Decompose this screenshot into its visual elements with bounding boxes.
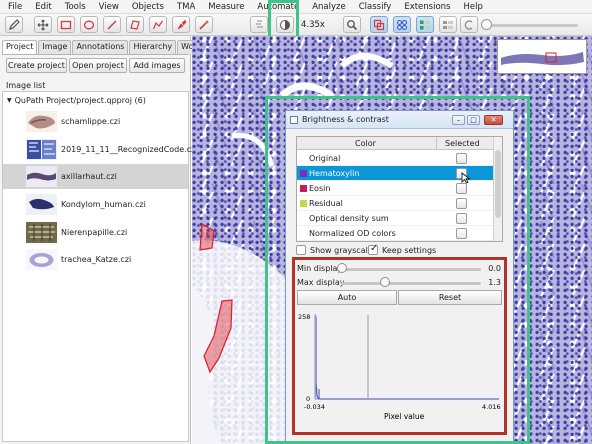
tab-project[interactable]: Project <box>2 40 38 54</box>
menu-tools[interactable]: Tools <box>65 2 86 12</box>
panel-tabs: Project Image Annotations Hierarchy Work… <box>2 40 218 54</box>
pan-tool-button[interactable] <box>34 16 52 33</box>
magnifier-icon <box>347 19 358 30</box>
fill-icon <box>443 20 453 29</box>
image-item-kondylom[interactable]: Kondylom_human.czi <box>3 192 188 217</box>
menu-tma[interactable]: TMA <box>177 2 195 12</box>
polyline-icon <box>152 20 163 29</box>
menu-help[interactable]: Help <box>464 2 483 12</box>
tab-divider <box>2 54 189 55</box>
menu-analyze[interactable]: Analyze <box>312 2 346 12</box>
polyline-tool-button[interactable] <box>149 16 167 33</box>
menu-view[interactable]: View <box>99 2 119 12</box>
wand-icon <box>199 19 209 30</box>
brush-icon <box>177 19 187 29</box>
image-list[interactable]: ▼ QuPath Project/project.qpproj (6) scha… <box>2 91 198 442</box>
image-item-nierenpapille[interactable]: Nierenpapille.czi <box>3 220 188 245</box>
create-project-button[interactable]: Create project <box>6 58 67 73</box>
rectangle-tool-button[interactable] <box>57 16 75 33</box>
image-item-trachea[interactable]: trachea_Katze.czi <box>3 247 188 272</box>
detections-icon <box>420 20 430 29</box>
image-item-schamlippe[interactable]: schamlippe.czi <box>3 109 188 134</box>
add-images-button[interactable]: Add images <box>129 58 185 73</box>
project-panel: Project Image Annotations Hierarchy Work… <box>0 36 218 444</box>
selection-icon <box>256 20 263 27</box>
show-pixel-classification-button[interactable] <box>460 16 478 33</box>
image-name: Kondylom_human.czi <box>61 200 146 209</box>
menu-objects[interactable]: Objects <box>132 2 164 12</box>
thumbnail-nierenpapille <box>26 222 57 243</box>
image-name: Nierenpapille.czi <box>61 228 128 237</box>
project-tree-root[interactable]: ▼ QuPath Project/project.qpproj (6) <box>7 96 146 105</box>
image-item-recognizedcode[interactable]: 2019_11_11__RecognizedCode.czi <box>3 137 198 162</box>
image-list-label: Image list <box>6 81 46 90</box>
opacity-slider-track[interactable] <box>483 24 578 27</box>
polygon-icon <box>130 19 140 30</box>
c-letter-icon <box>464 19 473 30</box>
rectangle-icon <box>60 20 72 29</box>
line-tool-button[interactable] <box>103 16 121 33</box>
image-name: trachea_Katze.czi <box>61 255 132 264</box>
ellipse-icon <box>83 20 95 29</box>
menu-file[interactable]: File <box>8 2 22 12</box>
tab-annotations[interactable]: Annotations <box>72 40 129 54</box>
menu-classify[interactable]: Classify <box>359 2 392 12</box>
annotations-icon <box>373 19 385 30</box>
wand-tool-button[interactable] <box>195 16 213 33</box>
thumbnail-schamlippe <box>26 111 57 132</box>
thumbnail-trachea <box>26 249 57 270</box>
open-project-button[interactable]: Open project <box>69 58 127 73</box>
display-range-highlight <box>292 257 507 435</box>
image-name: schamlippe.czi <box>61 117 121 126</box>
tab-image[interactable]: Image <box>38 40 72 54</box>
overview-image <box>501 52 584 66</box>
pencil-icon <box>9 18 20 30</box>
menu-extensions[interactable]: Extensions <box>404 2 450 12</box>
points-tool-button[interactable] <box>250 16 268 33</box>
thumbnail-recognizedcode <box>26 139 57 160</box>
image-name: axillarhaut.czi <box>61 172 117 181</box>
zoom-to-fit-button[interactable] <box>343 16 361 33</box>
menu-edit[interactable]: Edit <box>35 2 51 12</box>
show-tma-grid-button[interactable] <box>393 16 411 33</box>
thumbnail-axillarhaut <box>26 166 57 187</box>
move-tool-button[interactable] <box>5 16 23 33</box>
show-detections-button[interactable] <box>416 16 434 33</box>
image-name: 2019_11_11__RecognizedCode.czi <box>61 145 198 154</box>
image-item-axillarhaut[interactable]: axillarhaut.czi <box>3 164 188 189</box>
zoom-level: 4.35x <box>301 20 325 30</box>
brush-tool-button[interactable] <box>172 16 190 33</box>
thumbnail-kondylom <box>26 194 57 215</box>
tma-grid-icon <box>397 19 407 30</box>
expand-triangle-icon: ▼ <box>7 97 12 104</box>
menu-measure[interactable]: Measure <box>208 2 244 12</box>
opacity-slider-knob[interactable] <box>481 19 492 30</box>
project-root-label: QuPath Project/project.qpproj (6) <box>14 96 146 105</box>
ellipse-tool-button[interactable] <box>80 16 98 33</box>
fill-detections-button[interactable] <box>439 16 457 33</box>
polygon-tool-button[interactable] <box>126 16 144 33</box>
line-icon <box>107 20 117 29</box>
show-annotations-button[interactable] <box>370 16 388 33</box>
overview-thumbnail[interactable] <box>497 39 587 74</box>
move-arrows-icon <box>37 19 49 30</box>
tab-hierarchy[interactable]: Hierarchy <box>129 40 177 54</box>
